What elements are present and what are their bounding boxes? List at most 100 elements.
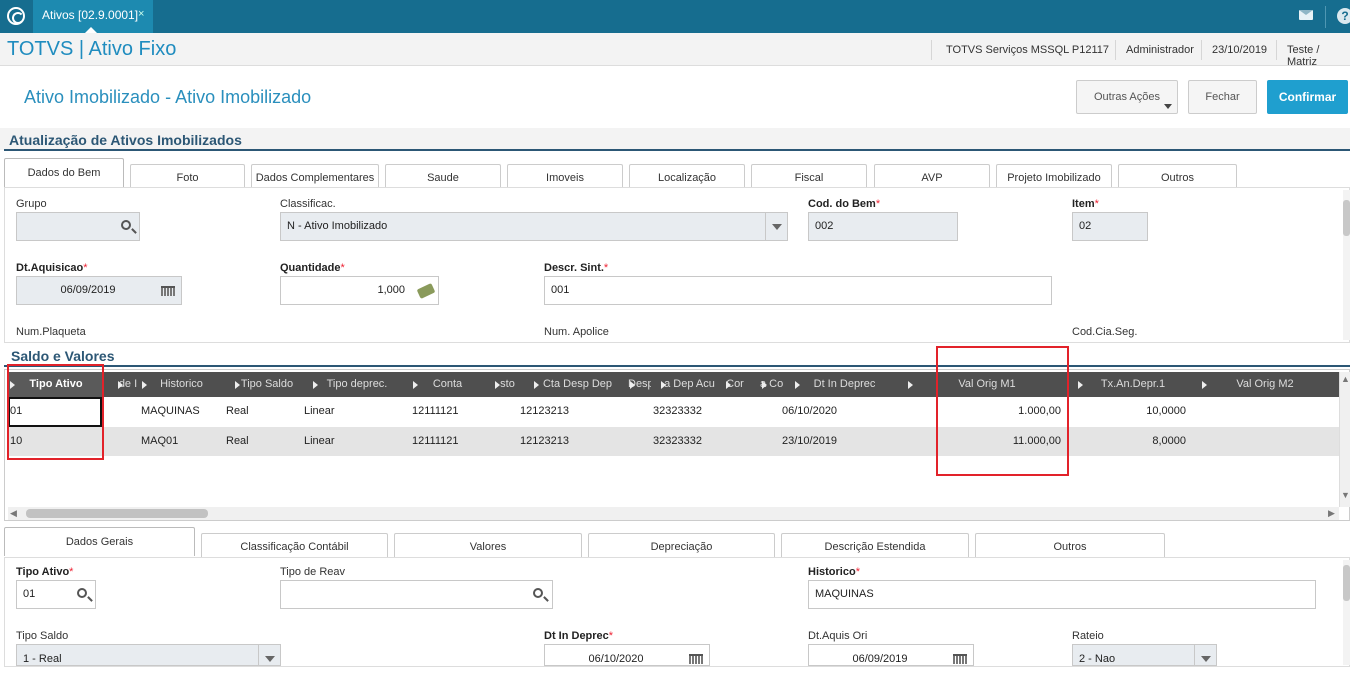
dtaqori-value: 06/09/2019: [852, 653, 908, 665]
dtaqori-input[interactable]: 06/09/2019: [808, 644, 974, 666]
item-input[interactable]: 02: [1072, 212, 1148, 241]
item-label: Item*: [1072, 198, 1099, 210]
descr-label: Descr. Sint.*: [544, 262, 609, 274]
tiposaldo-select[interactable]: 1 - Real: [16, 644, 281, 666]
chevron-down-icon: [1164, 104, 1172, 109]
grupo-label: Grupo: [16, 198, 47, 210]
classif-value: N - Ativo Imobilizado: [287, 220, 388, 232]
tab-close-icon[interactable]: ×: [138, 8, 144, 20]
column-sort-icon: [762, 381, 767, 389]
cell-conta: 12111121: [412, 405, 459, 417]
tab-depreciacao[interactable]: Depreciação: [588, 533, 775, 559]
historico-label: Historico*: [808, 566, 860, 578]
grid-scroll-thumb[interactable]: [26, 509, 208, 518]
dtin-value: 06/10/2020: [588, 653, 644, 665]
column-header-tx-an-depr-1[interactable]: Tx.An.Depr.1: [1076, 372, 1190, 397]
scroll-down-icon[interactable]: ▼: [1341, 490, 1350, 500]
top-bar: [0, 0, 1350, 33]
header-divider: [1201, 40, 1202, 60]
rateio-label: Rateio: [1072, 630, 1104, 642]
grupo-input[interactable]: [16, 212, 140, 241]
codbem-label: Cod. do Bem*: [808, 198, 881, 210]
cell-historico: MAQUINAS: [141, 405, 200, 417]
grid-vertical-scrollbar[interactable]: [1339, 372, 1350, 507]
section-title-atualizacao: Atualização de Ativos Imobilizados: [9, 132, 242, 148]
header-divider: [1276, 40, 1277, 60]
calendar-icon[interactable]: [161, 286, 175, 296]
dtaq-label: Dt.Aquisicao*: [16, 262, 88, 274]
cell-tipo-saldo: Real: [226, 435, 249, 447]
descr-input[interactable]: 001: [544, 276, 1052, 305]
scroll-left-icon[interactable]: ◀: [10, 508, 17, 519]
cell-historico: MAQ01: [141, 435, 179, 447]
column-sort-icon: [235, 381, 240, 389]
column-sort-icon: [495, 381, 500, 389]
tab-descricao-estendida[interactable]: Descrição Estendida: [781, 533, 969, 559]
table-row[interactable]: 01 MAQUINAS Real Linear 12111121 1212321…: [8, 397, 1339, 426]
user-info: Administrador: [1126, 44, 1194, 56]
search-icon[interactable]: [121, 220, 131, 230]
tab-classificacao-contabil[interactable]: Classificação Contábil: [201, 533, 388, 559]
mail-icon[interactable]: [1299, 10, 1313, 20]
cell-dep-acu: 32323332: [653, 435, 702, 447]
tipoativo-input[interactable]: 01: [16, 580, 96, 609]
classif-select[interactable]: N - Ativo Imobilizado: [280, 212, 788, 241]
scroll-right-icon[interactable]: ▶: [1328, 508, 1335, 519]
search-icon[interactable]: [533, 588, 543, 598]
company-info: Teste / Matriz: [1287, 44, 1320, 68]
column-sort-icon: [1202, 381, 1207, 389]
column-sort-icon: [142, 381, 147, 389]
historico-input[interactable]: MAQUINAS: [808, 580, 1316, 609]
tiporeav-input[interactable]: [280, 580, 553, 609]
tiposaldo-label: Tipo Saldo: [16, 630, 69, 642]
qtd-label: Quantidade*: [280, 262, 345, 274]
column-header-tipo-deprec[interactable]: Tipo deprec.: [311, 372, 403, 397]
column-sort-icon: [726, 381, 731, 389]
column-header-conta[interactable]: Conta: [411, 372, 484, 397]
column-header-historico[interactable]: Historico: [140, 372, 223, 397]
column-header-val-orig-m2[interactable]: Val Orig M2: [1200, 372, 1330, 397]
tab-ativos[interactable]: Ativos [02.9.0001]: [33, 0, 153, 33]
outras-acoes-button[interactable]: Outras Ações: [1076, 80, 1178, 114]
help-icon[interactable]: ?: [1337, 8, 1350, 24]
highlight-val-orig-m1: [936, 346, 1069, 476]
apolice-label: Num. Apolice: [544, 326, 609, 338]
column-header-a-dep-acu[interactable]: a Dep Acu: [659, 372, 720, 397]
column-header-cta-desp-dep[interactable]: Cta Desp Dep: [532, 372, 623, 397]
fechar-button[interactable]: Fechar: [1188, 80, 1257, 114]
cell-tipo-deprec: Linear: [304, 435, 335, 447]
calendar-icon[interactable]: [689, 654, 703, 664]
server-info: TOTVS Serviços MSSQL P12117: [946, 44, 1110, 56]
dtin-input[interactable]: 06/10/2020: [544, 644, 710, 666]
dtaqori-label: Dt.Aquis Ori: [808, 630, 868, 642]
column-header-dt-in-deprec[interactable]: Dt In Deprec: [793, 372, 896, 397]
plaqueta-label: Num.Plaqueta: [16, 326, 86, 338]
form-scroll-thumb[interactable]: [1343, 565, 1350, 601]
form-dados-do-bem: [4, 187, 1350, 343]
totvs-logo-icon[interactable]: [7, 7, 25, 25]
codbem-input[interactable]: 002: [808, 212, 958, 241]
scroll-up-icon[interactable]: ▲: [1341, 374, 1350, 384]
form-scroll-thumb[interactable]: [1343, 200, 1350, 236]
tab-valores[interactable]: Valores: [394, 533, 582, 559]
cell-tx-an-depr: 10,0000: [1146, 405, 1186, 417]
cell-dep-acu: 32323332: [653, 405, 702, 417]
tab-outros[interactable]: Outros: [975, 533, 1165, 559]
page-title: Ativo Imobilizado - Ativo Imobilizado: [24, 87, 312, 107]
calendar-icon[interactable]: [953, 654, 967, 664]
qtd-input[interactable]: 1,000: [280, 276, 439, 305]
header-divider: [931, 40, 932, 60]
tab-dados-do-bem[interactable]: Dados do Bem: [4, 158, 124, 187]
outras-acoes-label: Outras Ações: [1093, 91, 1161, 103]
tab-dados-gerais[interactable]: Dados Gerais: [4, 527, 195, 556]
tipoativo-label: Tipo Ativo*: [16, 566, 74, 578]
column-header-tipo-saldo[interactable]: Tipo Saldo: [233, 372, 301, 397]
search-icon[interactable]: [77, 588, 87, 598]
cell-tipo-deprec: Linear: [304, 405, 335, 417]
table-row[interactable]: 10 MAQ01 Real Linear 12111121 12123213 3…: [8, 427, 1339, 456]
calculator-icon[interactable]: [416, 283, 436, 299]
dtaq-input[interactable]: 06/09/2019: [16, 276, 182, 305]
rateio-select[interactable]: 2 - Nao: [1072, 644, 1217, 666]
header-divider: [1115, 40, 1116, 60]
confirmar-button[interactable]: Confirmar: [1267, 80, 1348, 114]
